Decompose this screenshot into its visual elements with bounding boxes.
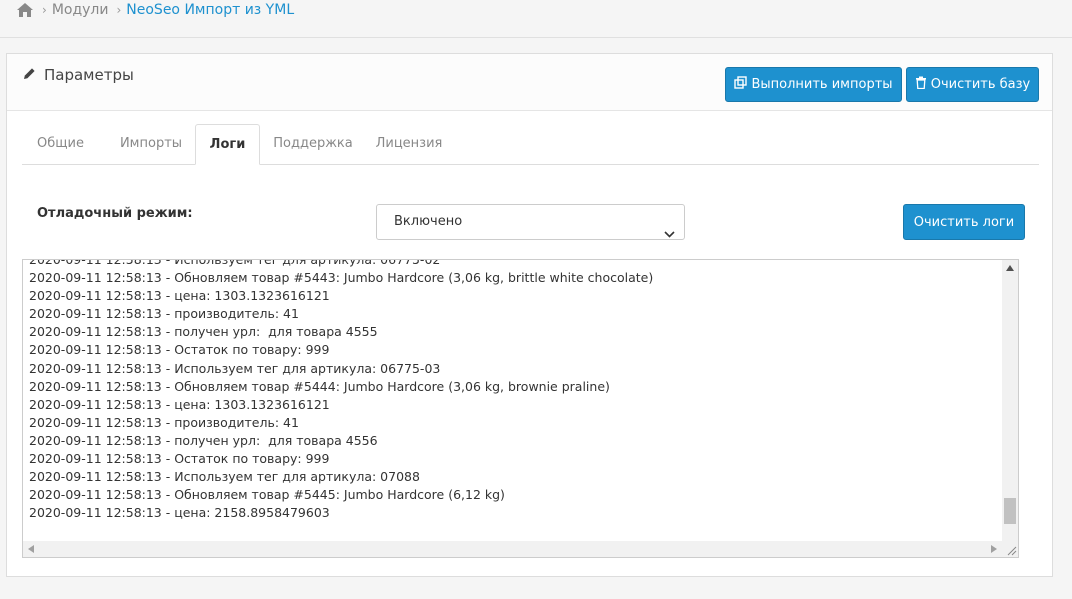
trash-icon [915,76,931,93]
breadcrumb: › Модули › NeoSeo Импорт из YML [16,0,294,20]
home-icon[interactable] [16,2,34,18]
log-line: 2020-09-11 12:58:13 - Обновляем товар #5… [29,487,505,503]
debug-mode-value: Включено [394,214,463,229]
scrollbar-thumb[interactable] [1004,498,1016,524]
panel-heading: Параметры Выполнить импорты Очистить баз… [7,54,1052,111]
log-line: 2020-09-11 12:58:13 - Остаток по товару:… [29,342,330,358]
clear-database-label: Очистить базу [930,77,1031,92]
resize-grip-icon [1007,546,1017,556]
vertical-scrollbar[interactable] [1002,260,1018,541]
resize-handle[interactable] [1002,541,1018,557]
log-line: 2020-09-11 12:58:13 - Используем тег для… [29,360,441,376]
breadcrumb-separator: › [42,3,47,17]
header-divider [0,37,1072,38]
scroll-right-icon[interactable] [991,545,997,553]
pencil-icon [23,66,44,84]
tab-imports[interactable]: Импорты [110,124,192,164]
tab-license[interactable]: Лицензия [369,124,449,164]
panel-title: Параметры [23,66,134,84]
tabs: Общие Импорты Логи Поддержка Лицензия [22,124,1039,165]
log-line: 2020-09-11 12:58:13 - цена: 1303.1323616… [29,288,330,304]
log-textarea[interactable]: 2020-09-11 12:58:13 - Используем тег для… [22,259,1019,558]
tab-support[interactable]: Поддержка [268,124,358,164]
copy-icon [734,76,751,93]
chevron-down-icon [664,218,675,252]
log-line: 2020-09-11 12:58:13 - производитель: 41 [29,306,299,322]
breadcrumb-item-modules[interactable]: Модули [52,2,109,18]
scroll-up-icon[interactable] [1006,265,1014,271]
breadcrumb-separator: › [116,3,122,17]
run-imports-label: Выполнить импорты [751,77,893,92]
clear-logs-button[interactable]: Очистить логи [903,204,1025,240]
panel-title-text: Параметры [44,66,134,84]
log-line: 2020-09-11 12:58:13 - Обновляем товар #5… [29,378,610,394]
log-line: 2020-09-11 12:58:13 - Остаток по товару:… [29,451,330,467]
horizontal-scrollbar[interactable] [23,541,1002,557]
tab-logs[interactable]: Логи [195,124,260,165]
tab-general[interactable]: Общие [22,124,99,164]
run-imports-button[interactable]: Выполнить импорты [725,67,902,102]
scroll-left-icon[interactable] [28,545,34,553]
debug-mode-select[interactable]: Включено [376,204,685,240]
debug-mode-label: Отладочный режим: [37,206,193,221]
clear-database-button[interactable]: Очистить базу [906,67,1039,102]
log-lines: 2020-09-11 12:58:13 - Используем тег для… [29,259,1000,522]
log-line: 2020-09-11 12:58:13 - Используем тег для… [29,259,441,267]
log-line: 2020-09-11 12:58:13 - цена: 2158.8958479… [29,505,330,521]
settings-panel: Параметры Выполнить импорты Очистить баз… [6,53,1053,577]
clear-logs-label: Очистить логи [913,214,1015,230]
log-line: 2020-09-11 12:58:13 - производитель: 41 [29,414,299,430]
log-line: 2020-09-11 12:58:13 - Обновляем товар #5… [29,270,654,286]
log-line: 2020-09-11 12:58:13 - получен урл: для т… [29,324,378,340]
breadcrumb-item-neoseo-import[interactable]: NeoSeo Импорт из YML [126,2,294,18]
log-line: 2020-09-11 12:58:13 - Используем тег для… [29,469,420,485]
log-line: 2020-09-11 12:58:13 - получен урл: для т… [29,432,378,448]
log-line: 2020-09-11 12:58:13 - цена: 1303.1323616… [29,396,330,412]
